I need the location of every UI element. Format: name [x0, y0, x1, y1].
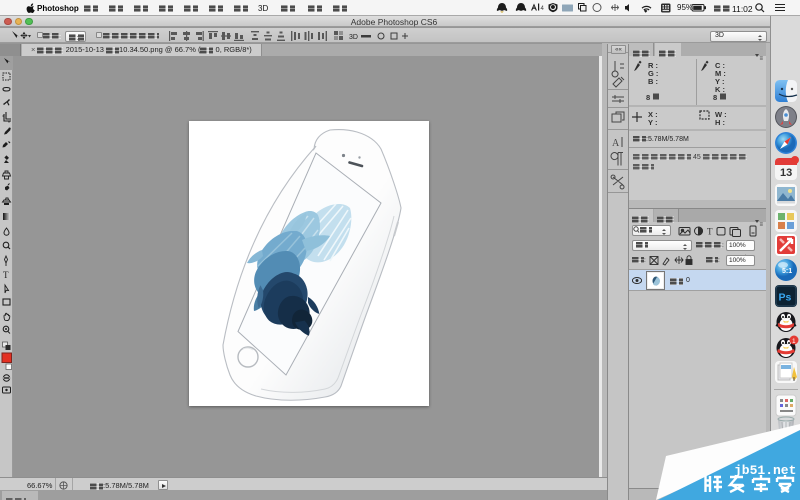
- svg-text:T: T: [3, 270, 9, 280]
- svg-text:1: 1: [792, 338, 796, 345]
- svg-text:4: 4: [541, 6, 545, 12]
- svg-text:5:1: 5:1: [782, 268, 792, 275]
- svg-text:Y :: Y :: [648, 118, 657, 127]
- svg-text:3D: 3D: [349, 34, 358, 41]
- svg-text:8: 8: [713, 93, 717, 102]
- svg-text:8: 8: [646, 93, 650, 102]
- svg-text:T: T: [707, 227, 713, 237]
- svg-text:A: A: [612, 138, 620, 149]
- svg-text:B :: B :: [648, 77, 658, 86]
- svg-text:Ps: Ps: [779, 292, 792, 304]
- svg-text:13: 13: [780, 167, 792, 179]
- svg-text:H :: H :: [715, 118, 725, 127]
- svg-text:95%: 95%: [677, 3, 693, 12]
